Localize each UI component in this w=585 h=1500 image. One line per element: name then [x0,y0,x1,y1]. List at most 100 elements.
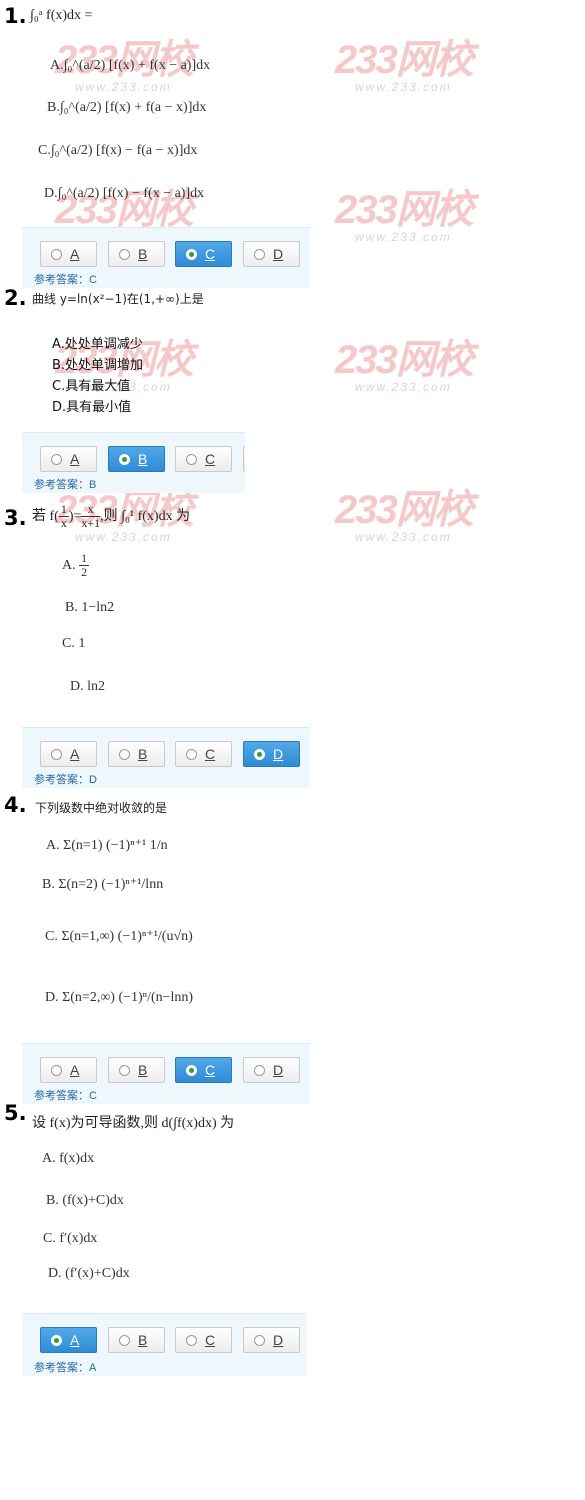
watermark-logo: 233网校 [335,338,474,382]
radio-icon[interactable] [51,454,62,465]
choice-a-button[interactable]: A [40,1057,97,1083]
answer-box: A B C D 参考答案：A [22,1313,307,1376]
radio-icon[interactable] [254,1335,265,1346]
choice-d-button[interactable]: D [243,241,300,267]
watermark-logo: 233网校 [335,488,474,532]
question-stem: 若 f(1 x)= x x+1 ,则 ∫₀¹ f(x)dx 为 [32,503,190,530]
choice-label: D [273,746,284,762]
radio-icon[interactable] [186,1335,197,1346]
choice-c-button[interactable]: C [175,1327,232,1353]
watermark-url: www.233.com [75,530,172,544]
numerator: 1 [79,551,90,566]
numerator: x [81,503,101,517]
option-a: A.处处单调减少 [52,337,143,352]
option-c: C.具有最大值 [52,379,131,394]
choice-label: C [205,246,216,262]
choice-b-button[interactable]: B [108,1327,165,1353]
question-stem: 曲线 y=ln(x²−1)在(1,+∞)上是 [32,292,204,306]
option-d: D.∫₀^(a/2) [f(x) − f(x − a)]dx [44,186,205,201]
stem-pre: 若 f( [32,508,59,524]
choice-label: C [205,1332,216,1348]
choice-d-button[interactable]: D [243,1057,300,1083]
choice-d-button[interactable]: D [243,741,300,767]
radio-icon[interactable] [119,1335,130,1346]
option-b: B.处处单调增加 [52,358,144,373]
choice-label: A [70,1332,80,1348]
choice-label: A [70,246,80,262]
radio-icon[interactable] [186,749,197,760]
choice-c-button[interactable]: C [175,446,232,472]
radio-icon[interactable] [254,1065,265,1076]
choice-c-button[interactable]: C [175,241,232,267]
option-d: D. (f′(x)+C)dx [48,1266,130,1281]
choice-a-button[interactable]: A [40,1327,97,1353]
watermark: 233网校www.233.com [335,190,474,244]
reference-answer: 参考答案：A [34,1362,97,1374]
choice-label: B [138,746,148,762]
reference-answer: 参考答案：B [34,479,97,491]
question-number: 1. [4,4,27,28]
choice-a-button[interactable]: A [40,446,97,472]
choice-a-button[interactable]: A [40,241,97,267]
radio-icon[interactable] [119,1065,130,1076]
question-stem: 设 f(x)为可导函数,则 d(∫f(x)dx) 为 [32,1116,235,1131]
option-a: A. 12 [62,551,90,579]
choice-b-button[interactable]: B [108,741,165,767]
option-label: A. [62,557,76,573]
reference-answer: 参考答案：D [34,774,97,786]
choice-c-button[interactable]: C [175,1057,232,1083]
choice-b-button[interactable]: B [108,446,165,472]
denominator: x [60,516,67,530]
radio-icon[interactable] [51,1065,62,1076]
choice-label: A [70,1062,80,1078]
reference-answer: 参考答案：C [34,274,97,286]
radio-icon[interactable] [119,249,130,260]
question-number: 2. [4,286,27,310]
option-b: B. (f(x)+C)dx [46,1193,124,1208]
option-c: C. 1 [62,636,86,651]
choice-label: D [273,1332,284,1348]
choice-a-button[interactable]: A [40,741,97,767]
watermark: 233网校www.233.com [335,488,474,544]
choice-b-button[interactable]: B [108,241,165,267]
option-c: C. f′(x)dx [43,1231,98,1246]
choice-b-button[interactable]: B [108,1057,165,1083]
watermark-url: www.233.com [75,80,172,94]
option-d: D. Σ(n=2,∞) (−1)ⁿ/(n−lnn) [45,990,194,1005]
choice-label: C [205,451,216,467]
choice-label: B [138,1062,148,1078]
option-c: C. Σ(n=1,∞) (−1)ⁿ⁺¹/(u√n) [45,929,193,944]
radio-icon[interactable] [51,749,62,760]
watermark-url: www.233.com [355,230,452,244]
radio-icon[interactable] [254,749,265,760]
radio-icon[interactable] [51,249,62,260]
option-b: B. Σ(n=2) (−1)ⁿ⁺¹/lnn [42,877,164,892]
reference-answer: 参考答案：C [34,1090,97,1102]
radio-icon[interactable] [186,249,197,260]
option-c: C.∫₀^(a/2) [f(x) − f(a − x)]dx [38,143,198,158]
option-b: B. 1−ln2 [65,600,115,615]
choice-d-button[interactable]: D [243,1327,300,1353]
answer-box: A B C D 参考答案：C [22,227,310,288]
radio-icon[interactable] [119,749,130,760]
answer-box: A B C 参考答案：B [22,432,245,493]
radio-icon[interactable] [119,454,130,465]
answer-box: A B C D 参考答案：D [22,727,310,788]
choice-label: B [138,1332,148,1348]
radio-icon[interactable] [51,1335,62,1346]
denominator: 2 [81,565,88,579]
numerator: 1 [58,502,69,517]
watermark-url: www.233.com [355,530,452,544]
choice-label: A [70,451,80,467]
option-d: D.具有最小值 [52,400,132,415]
choice-c-button[interactable]: C [175,741,232,767]
radio-icon[interactable] [186,1065,197,1076]
choice-label: B [138,246,148,262]
choice-label: A [70,746,80,762]
radio-icon[interactable] [254,249,265,260]
radio-icon[interactable] [186,454,197,465]
stem-post: ,则 ∫₀¹ f(x)dx 为 [100,508,191,524]
choice-d-button[interactable] [243,446,245,472]
question-number: 3. [4,506,27,530]
fraction: 12 [79,551,90,579]
